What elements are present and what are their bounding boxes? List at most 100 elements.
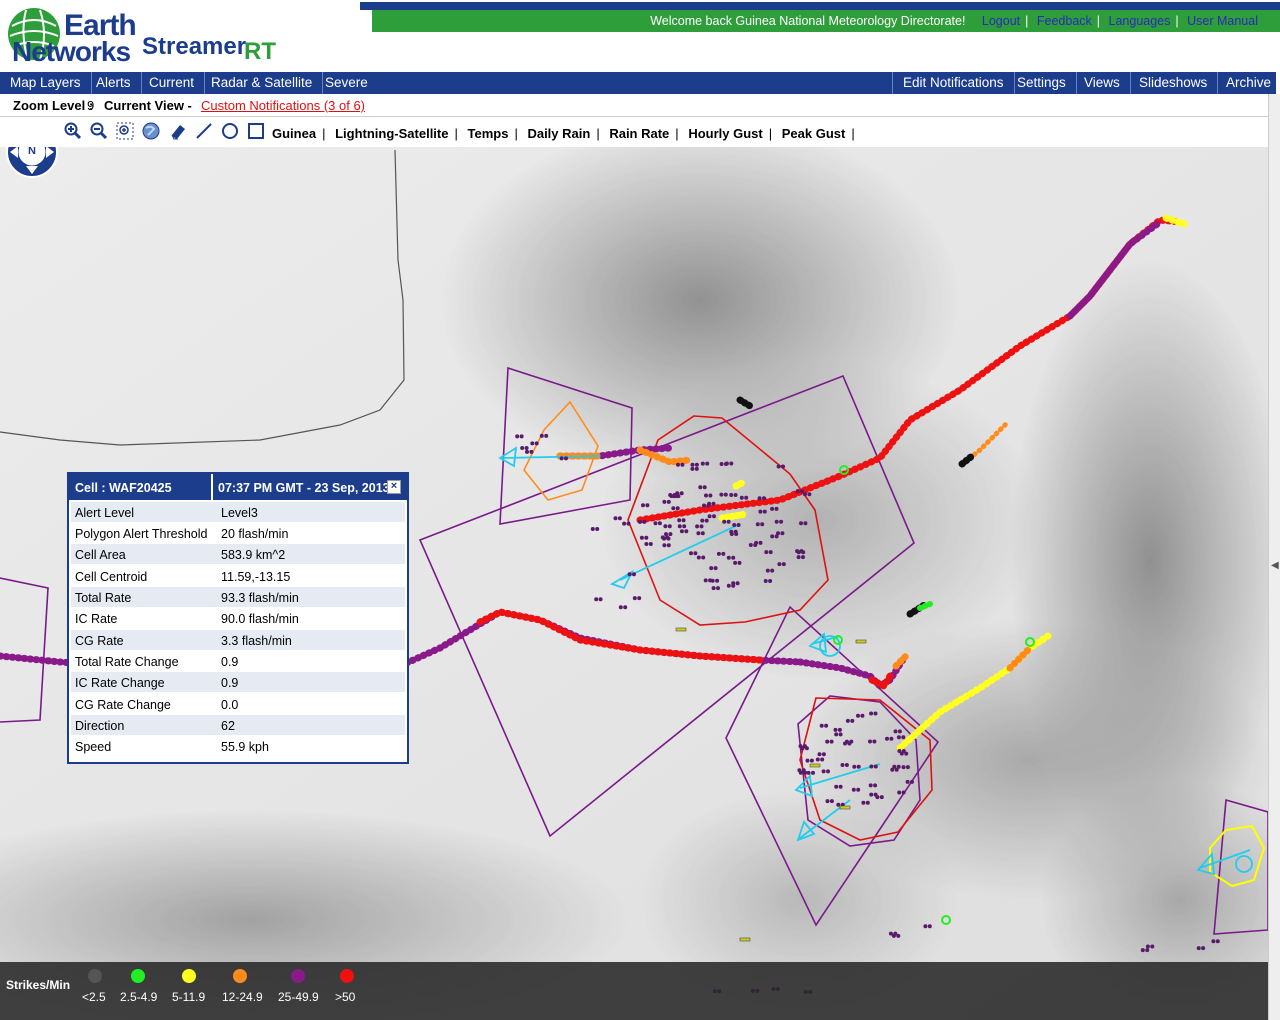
row-value: 55.9 kph bbox=[221, 740, 269, 754]
strike-dot bbox=[716, 551, 721, 556]
strike-dot bbox=[821, 769, 826, 774]
pan-compass[interactable]: N bbox=[6, 147, 58, 180]
globe-icon[interactable] bbox=[142, 122, 160, 140]
legend-swatch bbox=[88, 969, 102, 983]
layer-rain-rate[interactable]: Rain Rate bbox=[609, 126, 669, 141]
row-value: 90.0 flash/min bbox=[221, 612, 299, 626]
strike-dot bbox=[764, 550, 769, 555]
strike-dot bbox=[770, 506, 775, 511]
strike-dot bbox=[737, 560, 742, 565]
strike-dot bbox=[833, 727, 838, 732]
vertical-scrollbar[interactable]: ◀ bbox=[1268, 94, 1280, 1020]
strike-dot bbox=[713, 566, 718, 571]
strike-dot bbox=[851, 787, 856, 792]
zoom-in-icon[interactable] bbox=[64, 122, 82, 140]
strike-dot bbox=[829, 799, 834, 804]
earth-networks-logo[interactable]: Earth Networks Streamer RT bbox=[6, 4, 276, 68]
nav-edit-notifications[interactable]: Edit Notifications bbox=[892, 72, 1015, 94]
strike-dot bbox=[821, 752, 826, 757]
cell-info-popup: Cell : WAF20425 07:37 PM GMT - 23 Sep, 2… bbox=[67, 472, 409, 764]
strike-dot bbox=[801, 555, 805, 560]
layer-lightning-satellite[interactable]: Lightning-Satellite bbox=[335, 126, 448, 141]
strike-dot bbox=[731, 581, 736, 586]
strike-dot bbox=[875, 795, 880, 800]
status-line: Zoom Level : 9 Current View - Custom Not… bbox=[0, 94, 1276, 117]
strike-dot bbox=[732, 523, 737, 527]
circle-icon[interactable] bbox=[221, 122, 239, 140]
strike-dot bbox=[897, 749, 902, 753]
rectangle-icon[interactable] bbox=[247, 122, 265, 140]
strike-dot bbox=[844, 763, 849, 767]
row-label: IC Rate bbox=[75, 612, 118, 626]
welcome-bar-accent bbox=[360, 2, 1280, 10]
scroll-arrow-icon[interactable]: ◀ bbox=[1271, 560, 1279, 571]
layer-temps[interactable]: Temps bbox=[468, 126, 509, 141]
strike-dot bbox=[1196, 946, 1201, 951]
row-value: 0.9 bbox=[221, 655, 239, 669]
strike-dot bbox=[811, 770, 815, 775]
layer-daily-rain[interactable]: Daily Rain bbox=[527, 126, 590, 141]
strike-dot bbox=[731, 555, 736, 560]
user-manual-link[interactable]: User Manual bbox=[1187, 14, 1258, 28]
custom-notifications-link[interactable]: Custom Notifications (3 of 6) bbox=[201, 98, 365, 113]
logout-link[interactable]: Logout bbox=[982, 14, 1020, 28]
strike-dot bbox=[892, 764, 897, 769]
nav-settings[interactable]: Settings bbox=[1007, 72, 1077, 94]
nav-archive[interactable]: Archive bbox=[1216, 72, 1280, 94]
nav-severe[interactable]: Severe bbox=[315, 72, 378, 94]
strike-dot bbox=[677, 524, 682, 529]
popup-row: Cell Centroid 11.59,-13.15 bbox=[71, 566, 405, 586]
strike-dot bbox=[927, 924, 932, 929]
line-icon[interactable] bbox=[195, 122, 213, 140]
strike-dot bbox=[520, 446, 525, 450]
popup-row: IC Rate Change 0.9 bbox=[71, 672, 405, 692]
feedback-link[interactable]: Feedback bbox=[1037, 14, 1092, 28]
layer-peak-gust[interactable]: Peak Gust bbox=[782, 126, 846, 141]
strike-dot bbox=[860, 713, 865, 718]
row-value: 93.3 flash/min bbox=[221, 591, 299, 605]
strike-dot bbox=[594, 597, 599, 602]
zoom-out-icon[interactable] bbox=[90, 122, 108, 140]
zoom-box-icon[interactable] bbox=[116, 122, 134, 140]
strike-dot bbox=[760, 522, 765, 527]
strike-dot bbox=[672, 493, 677, 497]
row-label: Direction bbox=[75, 719, 125, 733]
strike-dot bbox=[836, 802, 841, 807]
strike-dot bbox=[690, 462, 695, 467]
strike-dot bbox=[559, 456, 564, 461]
nav-slideshows[interactable]: Slideshows bbox=[1129, 72, 1219, 94]
strike-dot bbox=[666, 536, 671, 541]
strike-dot bbox=[763, 579, 768, 583]
legend-swatch bbox=[182, 969, 196, 983]
strike-dot bbox=[852, 764, 857, 769]
strike-dot bbox=[797, 768, 802, 773]
welcome-bar: Welcome back Guinea National Meteorology… bbox=[360, 2, 1280, 32]
nav-views[interactable]: Views bbox=[1074, 72, 1131, 94]
strike-dot bbox=[632, 572, 636, 577]
strike-dot bbox=[726, 583, 731, 588]
languages-link[interactable]: Languages bbox=[1109, 14, 1171, 28]
nav-current[interactable]: Current bbox=[139, 72, 206, 94]
welcome-message: Welcome back Guinea National Meteorology… bbox=[650, 14, 966, 28]
strike-dot bbox=[617, 516, 622, 521]
strike-dot bbox=[642, 519, 647, 524]
strike-dot bbox=[868, 739, 872, 744]
strike-dot bbox=[834, 784, 839, 789]
eraser-icon[interactable] bbox=[169, 122, 187, 140]
strike-dot bbox=[844, 739, 849, 744]
row-label: IC Rate Change bbox=[75, 676, 165, 690]
strike-dot bbox=[694, 462, 699, 467]
nav-alerts[interactable]: Alerts bbox=[86, 72, 142, 94]
nav-radar-satellite[interactable]: Radar & Satellite bbox=[201, 72, 324, 94]
strike-dot bbox=[722, 519, 727, 524]
row-label: Cell Centroid bbox=[75, 570, 148, 584]
layer-guinea[interactable]: Guinea bbox=[272, 126, 316, 141]
strike-dot bbox=[809, 758, 814, 763]
strike-dot bbox=[845, 718, 850, 723]
nav-map-layers[interactable]: Map Layers bbox=[0, 72, 92, 94]
close-icon[interactable]: × bbox=[387, 480, 401, 494]
strike-dot bbox=[825, 799, 830, 804]
layer-hourly-gust[interactable]: Hourly Gust bbox=[688, 126, 762, 141]
strike-dot bbox=[820, 757, 825, 762]
strike-dot bbox=[729, 493, 734, 497]
